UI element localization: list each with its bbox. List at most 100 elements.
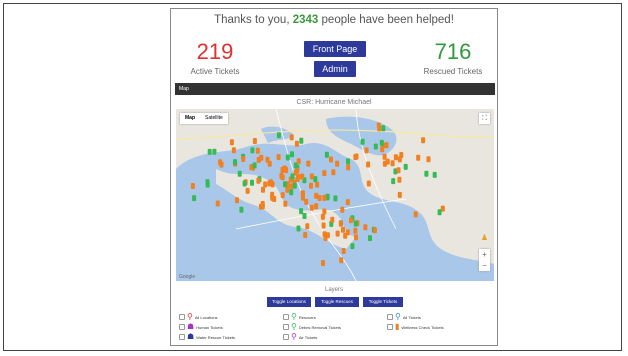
map-marker[interactable] [290,173,295,180]
map-marker[interactable] [331,169,336,176]
map-marker[interactable] [363,224,368,231]
legend-item-all-tickets[interactable]: ⚲ All Tickets [387,313,421,321]
map-marker[interactable] [314,203,319,210]
legend-item-rescuers[interactable]: ⚲ Rescuers [283,313,316,321]
map-marker[interactable] [242,180,247,187]
map-marker[interactable] [207,148,212,155]
map-marker[interactable] [296,158,301,165]
legend-item-air-tickets[interactable]: ⚲ Air Tickets [283,333,317,341]
map-marker[interactable] [229,139,234,146]
map-marker[interactable] [313,176,318,183]
map-marker[interactable] [346,164,351,171]
legend-item-debris-removal[interactable]: ⚲ Debris Removal Tickets [283,323,341,331]
map-marker[interactable] [396,167,401,174]
legend-checkbox[interactable] [283,324,289,330]
map-marker[interactable] [265,156,270,163]
map-marker[interactable] [391,178,396,185]
map-marker[interactable] [299,137,304,144]
map-marker[interactable] [237,170,242,177]
legend-checkbox[interactable] [179,324,185,330]
map-marker[interactable] [437,209,442,216]
map-marker[interactable] [376,122,381,129]
map-marker[interactable] [424,170,429,177]
map-marker[interactable] [279,173,284,179]
map-marker[interactable] [239,206,244,213]
map-marker[interactable] [300,173,305,180]
map-marker[interactable] [302,213,307,219]
map-marker[interactable] [341,226,345,233]
map-marker[interactable] [373,143,378,150]
map-marker[interactable] [245,187,250,194]
toggle-rescues-button[interactable]: Toggle Rescues [315,297,359,307]
map-marker[interactable] [305,223,310,230]
map-marker[interactable] [235,197,239,204]
map-marker[interactable] [256,156,261,163]
map-marker[interactable] [283,200,288,207]
map-marker[interactable] [322,194,327,201]
map-marker[interactable] [366,161,371,168]
map-marker[interactable] [289,189,294,196]
map-marker[interactable] [335,160,340,167]
map-marker[interactable] [233,159,237,166]
map-marker[interactable] [384,142,389,149]
legend-checkbox[interactable] [179,314,185,320]
map-marker[interactable] [345,199,350,206]
map-marker[interactable] [276,132,281,139]
map-marker[interactable] [280,192,285,199]
toggle-tickets-button[interactable]: Toggle Tickets [363,297,403,307]
legend-item-all-locations[interactable]: ⚲ All Locations [179,313,218,321]
map-marker[interactable] [263,181,268,188]
map-marker[interactable] [397,176,402,183]
map-marker[interactable] [360,138,365,145]
map-marker[interactable] [276,154,281,161]
map-marker[interactable] [379,139,384,146]
map-marker[interactable] [309,182,313,189]
map-marker[interactable] [338,220,343,227]
map-type-satellite[interactable]: Satellite [200,113,228,124]
map-marker[interactable] [290,151,294,158]
map-marker[interactable] [280,167,285,173]
pegman-icon[interactable]: ♟ [481,233,488,242]
map-marker[interactable] [283,181,287,188]
map-marker[interactable] [346,158,350,165]
map-marker[interactable] [309,204,314,211]
map-marker[interactable] [250,147,255,154]
legend-checkbox[interactable] [283,334,289,340]
map-marker[interactable] [354,234,358,241]
map-marker[interactable] [380,146,385,153]
map-marker[interactable] [324,151,329,158]
map-canvas[interactable] [176,109,494,281]
legend-checkbox[interactable] [283,314,289,320]
map-marker[interactable] [315,181,320,188]
map-marker[interactable] [393,154,398,161]
map-marker[interactable] [268,179,273,186]
map-marker[interactable] [303,232,308,238]
map-marker[interactable] [192,195,197,202]
map-marker[interactable] [314,192,319,199]
map-marker[interactable] [321,222,326,229]
map-marker[interactable] [343,232,348,239]
map-marker[interactable] [432,171,437,178]
legend-checkbox[interactable] [179,334,185,340]
map-marker[interactable] [335,230,340,237]
map-marker[interactable] [322,231,327,238]
legend-item-human-tickets[interactable]: ☗ Human Tickets [179,323,223,331]
map-type-toggle[interactable]: Map Satellite [180,113,228,124]
map-marker[interactable] [296,225,301,232]
map-marker[interactable] [256,177,261,184]
map-marker[interactable] [205,181,210,188]
map-marker[interactable] [255,147,260,154]
map-marker[interactable] [231,147,236,154]
map-marker[interactable] [426,156,431,163]
map-marker[interactable] [322,208,327,215]
fullscreen-icon[interactable]: ⛶ [479,113,490,124]
map-marker[interactable] [333,195,338,202]
map-marker[interactable] [190,183,195,189]
map-marker[interactable] [399,152,404,158]
map-marker[interactable] [413,211,418,218]
map-marker[interactable] [292,182,297,189]
map-marker[interactable] [339,257,344,264]
map-marker[interactable] [272,196,277,202]
map-marker[interactable] [330,216,335,223]
map-marker[interactable] [285,186,290,193]
